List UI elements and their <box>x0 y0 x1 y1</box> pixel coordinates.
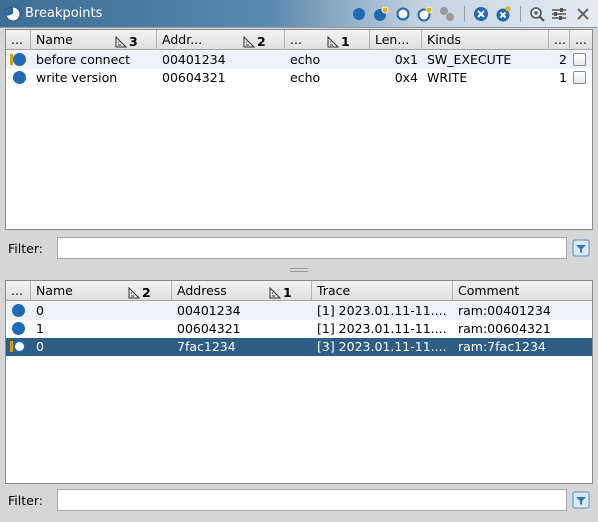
comment-cell: ram:7fac1234 <box>458 339 546 354</box>
disabled-breakpoint-icon[interactable] <box>13 340 26 353</box>
row-checkbox[interactable] <box>573 53 586 66</box>
address-cell: 7fac1234 <box>177 339 236 354</box>
locations-filter-bar: Filter: <box>0 486 598 516</box>
column-extra-header[interactable]: ... <box>570 30 594 50</box>
trace-cell: [3] 2023.01.11-11.... <box>317 339 447 354</box>
length-cell: 0x1 <box>394 52 418 67</box>
enable-breakpoint-icon[interactable] <box>350 5 368 23</box>
breakpoints-table-header: ... Name 3 Addr... 2 ... 1 Len... Kinds … <box>6 30 592 50</box>
filter-icon[interactable] <box>528 5 546 23</box>
table-row[interactable]: before connect 00401234 echo 0x1 SW_EXEC… <box>6 51 592 69</box>
column-locations-header[interactable]: ... <box>549 30 570 50</box>
column-trace-header[interactable]: Trace <box>312 281 453 301</box>
length-cell: 0x4 <box>394 70 418 85</box>
breakpoints-window-icon <box>5 6 21 22</box>
comment-cell: ram:00401234 <box>458 303 551 318</box>
sort-ascending-icon <box>243 35 255 47</box>
sort-ascending-icon <box>115 35 127 47</box>
table-row-selected[interactable]: 0 7fac1234 [3] 2023.01.11-11.... ram:7fa… <box>6 338 592 356</box>
sort-ascending-icon <box>128 286 140 298</box>
make-selected-icon[interactable] <box>438 5 456 23</box>
breakpoints-filter-input[interactable] <box>57 237 567 259</box>
sort-indicator: 2 <box>128 283 151 301</box>
column-enabled-header[interactable]: ... <box>6 30 31 50</box>
filter-label: Filter: <box>8 493 43 508</box>
title-bar: Breakpoints <box>0 0 598 28</box>
disable-all-icon[interactable] <box>416 5 434 23</box>
breakpoints-table: ... Name 3 Addr... 2 ... 1 Len... Kinds … <box>5 29 593 230</box>
locations-filter-input[interactable] <box>57 489 567 511</box>
enabled-breakpoint-icon[interactable] <box>12 304 25 317</box>
locations-table-header: ... Name 2 Address 1 Trace Comment <box>6 281 592 301</box>
sort-indicator: 1 <box>327 32 350 50</box>
column-enabled-header[interactable]: ... <box>6 281 31 301</box>
address-cell: 00604321 <box>177 321 241 336</box>
address-cell: 00401234 <box>162 52 226 67</box>
row-checkbox[interactable] <box>573 71 586 84</box>
breakpoints-filter-bar: Filter: <box>0 234 598 264</box>
column-name-header[interactable]: Name 3 <box>31 30 157 50</box>
sort-indicator: 3 <box>115 32 138 50</box>
column-kinds-header[interactable]: Kinds <box>422 30 549 50</box>
table-row[interactable]: 0 00401234 [1] 2023.01.11-11.... ram:004… <box>6 302 592 320</box>
clear-all-icon[interactable] <box>494 5 512 23</box>
locations-cell: 2 <box>559 52 567 67</box>
trace-cell: [1] 2023.01.11-11.... <box>317 303 447 318</box>
trace-cell: [1] 2023.01.11-11.... <box>317 321 447 336</box>
table-row[interactable]: write version 00604321 echo 0x4 WRITE 1 <box>6 69 592 87</box>
sort-ascending-icon <box>327 35 339 47</box>
clear-breakpoint-icon[interactable] <box>472 5 490 23</box>
column-address-header[interactable]: Addr... 2 <box>157 30 285 50</box>
column-name-header[interactable]: Name 2 <box>31 281 172 301</box>
sort-indicator: 2 <box>243 32 266 50</box>
close-icon[interactable] <box>574 5 592 23</box>
column-target-header[interactable]: ... 1 <box>285 30 370 50</box>
filter-label: Filter: <box>8 241 43 256</box>
enable-all-icon[interactable] <box>372 5 390 23</box>
target-cell: echo <box>290 52 321 67</box>
column-address-header[interactable]: Address 1 <box>172 281 312 301</box>
kinds-cell: WRITE <box>427 70 468 85</box>
address-cell: 00401234 <box>177 303 241 318</box>
splitter-grip[interactable] <box>290 268 308 272</box>
enabled-breakpoint-icon[interactable] <box>13 53 26 66</box>
comment-cell: ram:00604321 <box>458 321 551 336</box>
sort-indicator: 1 <box>269 283 292 301</box>
column-comment-header[interactable]: Comment <box>453 281 594 301</box>
enabled-breakpoint-icon[interactable] <box>13 71 26 84</box>
panel-splitter[interactable] <box>0 266 598 274</box>
filter-options-icon[interactable] <box>572 491 590 509</box>
name-cell: 0 <box>36 303 44 318</box>
sort-ascending-icon <box>269 286 281 298</box>
target-cell: echo <box>290 70 321 85</box>
window-title: Breakpoints <box>25 6 103 21</box>
enabled-breakpoint-icon[interactable] <box>12 322 25 335</box>
name-cell: write version <box>36 70 118 85</box>
disable-breakpoint-icon[interactable] <box>394 5 412 23</box>
name-cell: 1 <box>36 321 44 336</box>
table-row[interactable]: 1 00604321 [1] 2023.01.11-11.... ram:006… <box>6 320 592 338</box>
column-length-header[interactable]: Len... <box>370 30 422 50</box>
configure-icon[interactable] <box>550 5 568 23</box>
locations-cell: 1 <box>559 70 567 85</box>
locations-table: ... Name 2 Address 1 Trace Comment 0 004… <box>5 280 593 484</box>
name-cell: 0 <box>36 339 44 354</box>
address-cell: 00604321 <box>162 70 226 85</box>
filter-options-icon[interactable] <box>572 239 590 257</box>
kinds-cell: SW_EXECUTE <box>427 52 512 67</box>
name-cell: before connect <box>36 52 131 67</box>
